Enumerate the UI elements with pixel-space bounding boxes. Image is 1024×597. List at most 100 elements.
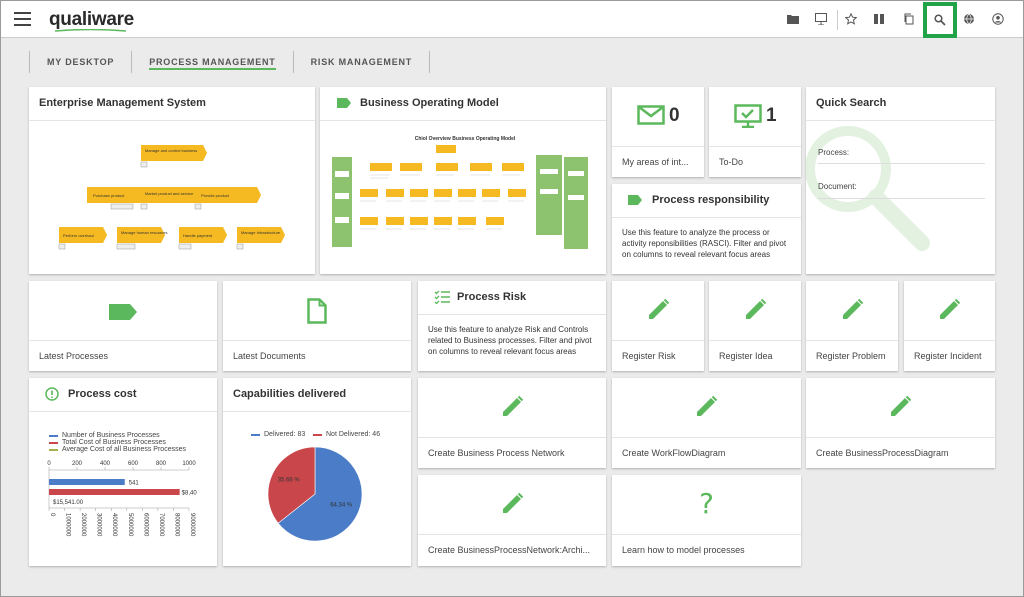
checklist-icon bbox=[434, 290, 450, 304]
tab-process-management[interactable]: PROCESS MANAGEMENT bbox=[132, 51, 294, 73]
card-title: Quick Search bbox=[816, 97, 887, 109]
pencil-icon bbox=[940, 298, 961, 319]
create-bpn-archi-card[interactable]: Create BusinessProcessNetwork:Archi... bbox=[418, 475, 606, 566]
capabilities-card: Capabilities delivered Delivered: 83 Not… bbox=[223, 378, 411, 566]
quick-search-card: Quick Search Process: Document: bbox=[806, 87, 995, 274]
card-title: Capabilities delivered bbox=[233, 388, 347, 400]
latest-documents-label: Latest Documents bbox=[233, 351, 306, 361]
pencil-icon bbox=[746, 298, 767, 319]
bar-number-of-processes bbox=[49, 479, 125, 485]
diagram-box-label: Manage and control business bbox=[145, 148, 197, 153]
diagram-box-label: Perform overhaul bbox=[63, 233, 94, 238]
create-wfd-label: Create WorkFlowDiagram bbox=[622, 448, 726, 458]
tab-risk-management[interactable]: RISK MANAGEMENT bbox=[294, 51, 431, 73]
process-risk-card[interactable]: Process Risk Use this feature to analyze… bbox=[418, 281, 606, 371]
card-description: Use this feature to analyze the process … bbox=[622, 228, 787, 259]
pencil-icon bbox=[697, 395, 718, 416]
mail-icon bbox=[637, 105, 665, 125]
bar-average-label: $15,541.00 bbox=[53, 500, 84, 506]
user-icon[interactable] bbox=[990, 11, 1006, 27]
search-watermark-icon bbox=[806, 126, 930, 251]
book-icon[interactable] bbox=[871, 11, 887, 27]
star-icon[interactable] bbox=[843, 11, 859, 27]
latest-documents-card[interactable]: Latest Documents bbox=[223, 281, 411, 371]
create-bpd-card[interactable]: Create BusinessProcessDiagram bbox=[806, 378, 995, 468]
create-wfd-card[interactable]: Create WorkFlowDiagram bbox=[612, 378, 801, 468]
document-search-input[interactable] bbox=[818, 198, 985, 199]
alert-circle-icon bbox=[45, 387, 59, 401]
process-responsibility-card[interactable]: Process responsibility Use this feature … bbox=[612, 184, 801, 274]
document-icon bbox=[307, 298, 327, 324]
latest-processes-label: Latest Processes bbox=[39, 351, 109, 361]
legend-item: Average Cost of all Business Processes bbox=[49, 446, 186, 453]
business-operating-model-card[interactable]: Business Operating Model Chiol Overview … bbox=[320, 87, 606, 274]
process-search-label: Process: bbox=[818, 148, 850, 157]
bar-total-label: $8,40 bbox=[182, 491, 198, 497]
card-title: Process cost bbox=[68, 388, 137, 400]
tag-icon bbox=[337, 98, 351, 108]
tab-my-desktop[interactable]: MY DESKTOP bbox=[29, 51, 133, 73]
main-tabs: MY DESKTOP PROCESS MANAGEMENT RISK MANAG… bbox=[29, 51, 431, 73]
legend-item: Delivered: 83 bbox=[251, 431, 305, 438]
bottom-tick-label: 8000000 bbox=[173, 513, 179, 537]
register-incident-label: Register Incident bbox=[914, 351, 982, 361]
toolbar-divider bbox=[837, 10, 838, 30]
card-title: Enterprise Management System bbox=[39, 97, 206, 109]
learn-modeling-card[interactable]: ? Learn how to model processes bbox=[612, 475, 801, 566]
pencil-icon bbox=[843, 298, 864, 319]
register-problem-label: Register Problem bbox=[816, 351, 886, 361]
bottom-tick-label: 7000000 bbox=[158, 513, 164, 537]
register-incident-card[interactable]: Register Incident bbox=[904, 281, 995, 371]
globe-icon[interactable] bbox=[961, 11, 977, 27]
document-search-label: Document: bbox=[818, 182, 857, 191]
my-areas-card[interactable]: 0 My areas of int... bbox=[612, 87, 704, 177]
process-cost-chart: 0 200 400 600 800 1000 541 $8,40 $15,541.00 0 1000… bbox=[47, 461, 198, 537]
top-tick-label: 200 bbox=[72, 461, 83, 467]
menu-icon[interactable] bbox=[14, 12, 31, 26]
copy-icon[interactable] bbox=[901, 11, 917, 27]
folder-icon[interactable] bbox=[785, 11, 801, 27]
search-icon bbox=[934, 14, 946, 26]
pie-slice-label: 64.34 % bbox=[330, 503, 353, 509]
learn-label: Learn how to model processes bbox=[622, 545, 745, 555]
diagram-box-label: Handle payment bbox=[183, 233, 213, 238]
legend-item: Total Cost of Business Processes bbox=[49, 439, 166, 446]
diagram-box-label: Manage Infrastructure bbox=[241, 230, 281, 235]
capabilities-pie-chart: 64.34 % 35.66 % bbox=[267, 446, 363, 542]
bottom-tick-label: 4000000 bbox=[111, 513, 117, 537]
create-bpn-card[interactable]: Create Business Process Network bbox=[418, 378, 606, 468]
diagram-title: Chiol Overview Business Operating Model bbox=[415, 136, 516, 142]
top-tick-label: 1000 bbox=[182, 461, 196, 467]
top-tick-label: 400 bbox=[100, 461, 111, 467]
diagram-box-label: Market product and service bbox=[145, 191, 194, 196]
tag-icon bbox=[628, 195, 642, 205]
bar-number-label: 541 bbox=[129, 481, 140, 487]
process-search-input[interactable] bbox=[818, 163, 985, 164]
app-frame: qualiware MY DESKTOP PROCESS MANAGEMENT … bbox=[0, 0, 1024, 597]
card-title: Process Risk bbox=[457, 291, 527, 303]
register-problem-card[interactable]: Register Problem bbox=[806, 281, 898, 371]
register-idea-card[interactable]: Register Idea bbox=[709, 281, 801, 371]
areas-count: 0 bbox=[669, 105, 680, 126]
register-risk-card[interactable]: Register Risk bbox=[612, 281, 704, 371]
bom-diagram: Chiol Overview Business Operating Model bbox=[332, 136, 588, 249]
register-risk-label: Register Risk bbox=[622, 351, 676, 361]
card-title: Business Operating Model bbox=[360, 97, 499, 109]
top-bar: qualiware bbox=[1, 1, 1023, 38]
top-tick-label: 800 bbox=[156, 461, 167, 467]
areas-label: My areas of int... bbox=[622, 157, 689, 167]
latest-processes-card[interactable]: Latest Processes bbox=[29, 281, 217, 371]
pencil-icon bbox=[649, 298, 670, 319]
bar-total-cost bbox=[49, 489, 180, 495]
enterprise-management-card[interactable]: Enterprise Management System Manage and … bbox=[29, 87, 315, 274]
create-bpn-label: Create Business Process Network bbox=[428, 448, 565, 458]
legend-item: Number of Business Processes bbox=[49, 432, 160, 439]
bottom-tick-label: 3000000 bbox=[96, 513, 102, 537]
todo-card[interactable]: 1 To-Do bbox=[709, 87, 801, 177]
search-button[interactable] bbox=[923, 2, 957, 38]
card-title: Process responsibility bbox=[652, 194, 770, 206]
presentation-icon[interactable] bbox=[813, 11, 829, 27]
process-cost-card: Process cost Number of Business Processe… bbox=[29, 378, 217, 566]
todo-count: 1 bbox=[766, 105, 777, 126]
bottom-tick-label: 2000000 bbox=[80, 513, 86, 537]
